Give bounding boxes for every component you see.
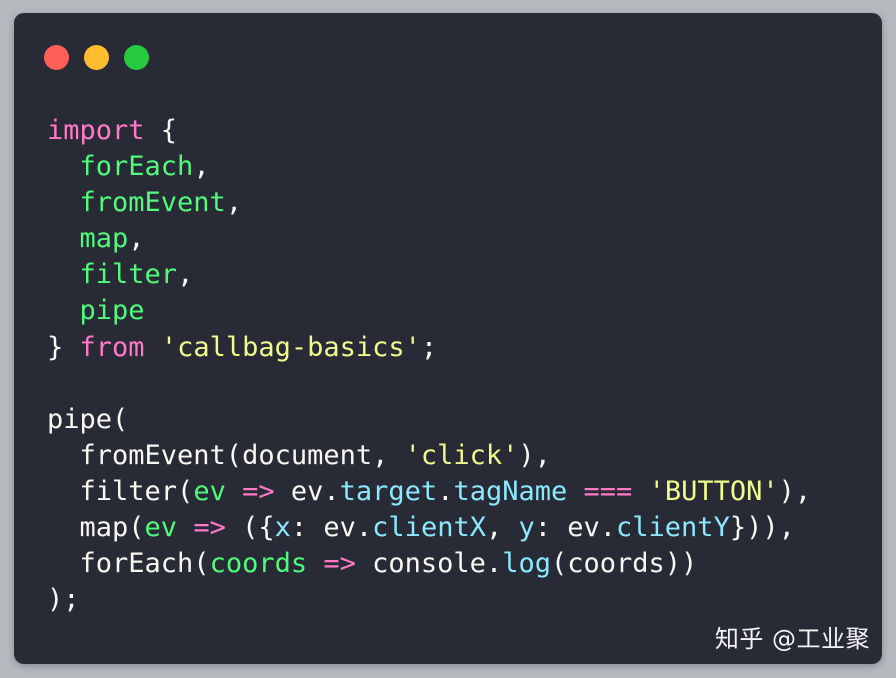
code-token: . xyxy=(437,475,454,507)
code-line: import { xyxy=(47,113,811,149)
code-token: filter( xyxy=(47,475,194,507)
code-token: => xyxy=(323,548,356,580)
code-token: ({ xyxy=(225,512,275,544)
code-token: , xyxy=(485,512,519,544)
code-window: import { forEach, fromEvent, map, filter… xyxy=(14,13,882,664)
code-block: import { forEach, fromEvent, map, filter… xyxy=(47,113,811,618)
window-controls xyxy=(44,45,149,70)
code-line: } from 'callbag-basics'; xyxy=(47,330,811,366)
watermark: 知乎 @工业聚 xyxy=(714,625,870,653)
code-token: fromEvent(document, xyxy=(47,439,405,471)
code-token: map xyxy=(79,223,129,255)
code-token: 'click' xyxy=(404,439,519,471)
code-token: log xyxy=(502,548,551,580)
code-token: tagName xyxy=(453,475,568,507)
code-line: ); xyxy=(47,582,811,618)
code-token: 'callbag-basics' xyxy=(160,331,421,363)
code-token: ), xyxy=(778,475,812,507)
code-line: filter, xyxy=(47,257,811,293)
code-token: } xyxy=(47,331,80,363)
code-token: ; xyxy=(420,331,438,363)
code-token: ev xyxy=(144,512,178,544)
code-token: => xyxy=(193,512,226,544)
code-token: { xyxy=(144,115,178,146)
code-line: fromEvent(document, 'click'), xyxy=(47,438,811,474)
code-token: , xyxy=(193,151,210,183)
code-token: , xyxy=(128,223,145,255)
code-token: (coords)) xyxy=(550,548,698,580)
code-token: ev. xyxy=(274,475,340,507)
code-token: target xyxy=(339,475,438,507)
code-token: pipe xyxy=(79,295,145,327)
code-token: y xyxy=(518,512,535,544)
code-token: : ev. xyxy=(534,512,617,544)
code-line: pipe( xyxy=(47,402,811,438)
code-line: map(ev => ({x: ev.clientX, y: ev.clientY… xyxy=(47,510,811,546)
code-token: coords xyxy=(209,548,308,580)
code-token: === xyxy=(583,475,633,507)
code-token: ev xyxy=(193,475,226,507)
code-token: map( xyxy=(47,512,145,544)
code-token: forEach( xyxy=(47,548,210,580)
code-token: forEach xyxy=(79,151,194,183)
code-line: fromEvent, xyxy=(47,185,811,221)
code-token: , xyxy=(177,259,194,291)
code-line: pipe xyxy=(47,293,811,329)
code-token: from xyxy=(79,331,145,363)
code-token: => xyxy=(242,475,275,507)
code-token: : ev. xyxy=(290,512,373,544)
code-line: filter(ev => ev.target.tagName === 'BUTT… xyxy=(47,474,812,510)
code-line: forEach(coords => console.log(coords)) xyxy=(47,546,811,582)
code-line: map, xyxy=(47,221,811,257)
code-token: fromEvent xyxy=(79,187,226,219)
code-token: clientY xyxy=(616,512,730,544)
minimize-button[interactable] xyxy=(84,45,109,70)
code-token: ); xyxy=(47,584,80,616)
code-token: console. xyxy=(355,548,503,580)
code-token: , xyxy=(225,187,243,219)
code-line: forEach, xyxy=(47,149,811,185)
code-token: })), xyxy=(729,512,795,544)
code-token: clientX xyxy=(372,512,486,544)
code-token: 'BUTTON' xyxy=(648,475,779,507)
code-token: filter xyxy=(79,259,178,291)
close-button[interactable] xyxy=(44,45,69,70)
code-token: import xyxy=(47,115,145,146)
code-token: pipe( xyxy=(47,403,129,435)
code-token: x xyxy=(274,512,291,544)
zoom-button[interactable] xyxy=(124,45,149,70)
code-token: ), xyxy=(518,439,551,471)
